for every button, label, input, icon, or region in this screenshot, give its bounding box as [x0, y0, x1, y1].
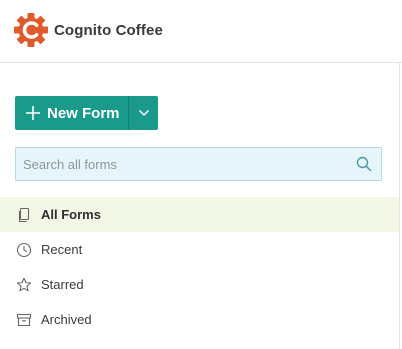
search-box — [15, 147, 382, 181]
app-header: Cognito Coffee — [0, 0, 402, 63]
new-form-label: New Form — [47, 104, 120, 122]
new-form-button[interactable]: New Form — [15, 96, 128, 130]
sidebar-item-label: Starred — [41, 277, 84, 292]
new-form-split-button: New Form — [15, 96, 158, 130]
sidebar-item-label: Recent — [41, 242, 83, 257]
archive-icon — [16, 313, 32, 326]
clock-icon — [16, 242, 32, 257]
sidebar-nav: All Forms Recent Starred Archived — [0, 197, 399, 337]
copy-icon — [18, 207, 30, 222]
brand[interactable]: Cognito Coffee — [14, 13, 163, 47]
star-icon — [16, 277, 32, 291]
sidebar-item-starred[interactable]: Starred — [0, 267, 399, 302]
sidebar-item-label: Archived — [41, 312, 92, 327]
sidebar-item-all-forms[interactable]: All Forms — [0, 197, 399, 232]
plus-icon — [26, 106, 40, 120]
chevron-down-icon — [138, 109, 149, 117]
brand-name: Cognito Coffee — [54, 21, 163, 39]
new-form-menu-button[interactable] — [129, 96, 158, 130]
sidebar-item-archived[interactable]: Archived — [0, 302, 399, 337]
search-input[interactable] — [16, 148, 346, 180]
search-icon[interactable] — [356, 156, 372, 172]
sidebar-item-recent[interactable]: Recent — [0, 232, 399, 267]
sidebar-item-label: All Forms — [41, 207, 101, 222]
cog-c-logo-icon — [14, 13, 48, 47]
panel-divider — [399, 63, 400, 349]
